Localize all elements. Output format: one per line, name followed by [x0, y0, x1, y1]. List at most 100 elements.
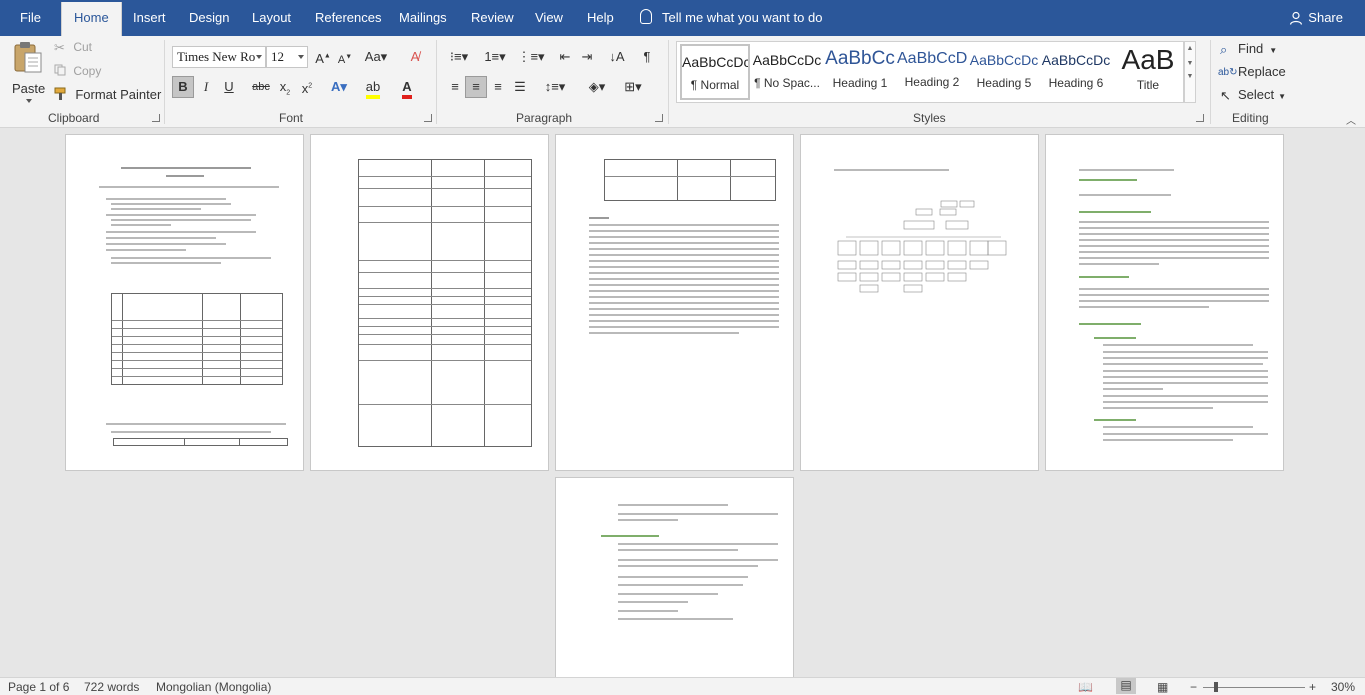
zoom-slider[interactable]: [1203, 687, 1305, 688]
tab-design[interactable]: Design: [187, 0, 231, 36]
print-layout-icon[interactable]: ▤: [1116, 678, 1136, 694]
styles-gallery: AaBbCcDc ¶ Normal AaBbCcDc ¶ No Spac... Aa…: [676, 41, 1184, 103]
style-name: Heading 6: [1048, 76, 1104, 90]
subscript-button[interactable]: x2: [274, 76, 296, 98]
tell-me-search[interactable]: Tell me what you want to do: [640, 0, 822, 36]
tab-review[interactable]: Review: [469, 0, 516, 36]
shrink-font-button[interactable]: A▼: [334, 46, 356, 68]
zoom-level[interactable]: 30%: [1331, 680, 1355, 694]
increase-indent-button[interactable]: ⇥: [576, 46, 598, 68]
italic-button[interactable]: I: [195, 76, 217, 98]
style-heading-1[interactable]: AaBbCc Heading 1: [825, 44, 895, 100]
cursor-icon: ↖: [1220, 87, 1231, 103]
text-effects-button[interactable]: A▾: [328, 76, 350, 98]
borders-button[interactable]: ⊞▾: [618, 76, 648, 98]
show-marks-button[interactable]: ¶: [636, 46, 658, 68]
tab-mailings[interactable]: Mailings: [397, 0, 449, 36]
tab-home[interactable]: Home: [61, 2, 122, 36]
style-title[interactable]: AaB Title: [1113, 44, 1183, 100]
borders-icon: ⊞▾: [624, 79, 642, 94]
scissors-icon: ✂: [54, 40, 65, 55]
page-5[interactable]: [1045, 134, 1284, 471]
multilevel-list-button[interactable]: ⋮≡▾: [514, 46, 548, 68]
page-4[interactable]: [800, 134, 1039, 471]
replace-button[interactable]: ab↻Replace: [1218, 64, 1286, 79]
font-size-combo[interactable]: 12: [266, 46, 308, 68]
chevron-down-icon: [256, 55, 262, 59]
align-center-button[interactable]: ≡: [465, 76, 487, 98]
page-count[interactable]: Page 1 of 6: [8, 680, 69, 694]
align-center-icon: ≡: [472, 79, 480, 94]
chevron-up-icon[interactable]: ▲: [1185, 45, 1195, 52]
superscript-button[interactable]: x2: [296, 76, 318, 98]
cut-button[interactable]: ✂ Cut: [54, 40, 92, 56]
zoom-in-icon[interactable]: +: [1309, 680, 1316, 694]
tab-layout[interactable]: Layout: [250, 0, 293, 36]
bold-button[interactable]: B: [172, 76, 194, 98]
paragraph-launcher-icon[interactable]: [655, 114, 663, 122]
strikethrough-icon: abc: [252, 81, 270, 93]
strikethrough-button[interactable]: abc: [250, 76, 272, 98]
styles-gallery-scroll[interactable]: ▲ ▼ ▼: [1184, 41, 1196, 103]
numbering-button[interactable]: 1≡▾: [478, 46, 512, 68]
shading-button[interactable]: ◈▾: [582, 76, 612, 98]
page-6[interactable]: [555, 477, 794, 677]
tab-view[interactable]: View: [533, 0, 565, 36]
highlight-color-button[interactable]: ab: [360, 76, 386, 99]
font-launcher-icon[interactable]: [424, 114, 432, 122]
search-icon: ⌕: [1220, 41, 1228, 57]
text-effects-icon: A▾: [331, 79, 347, 94]
style-name: Heading 5: [976, 76, 1032, 90]
align-left-button[interactable]: ≡: [444, 76, 466, 98]
styles-launcher-icon[interactable]: [1196, 114, 1204, 122]
change-case-button[interactable]: Aa▾: [362, 46, 390, 68]
align-right-button[interactable]: ≡: [487, 76, 509, 98]
chevron-down-icon: ▼: [1278, 92, 1287, 101]
indent-icon: ⇥: [581, 49, 593, 64]
copy-button[interactable]: Copy: [54, 64, 101, 79]
style-preview: AaBbCcDc: [752, 52, 822, 68]
page-2[interactable]: [310, 134, 549, 471]
font-color-button[interactable]: A: [394, 76, 420, 99]
status-bar: Page 1 of 6 722 words Mongolian (Mongoli…: [0, 677, 1365, 695]
read-mode-icon[interactable]: 📖: [1078, 680, 1093, 694]
style-normal[interactable]: AaBbCcDc ¶ Normal: [680, 44, 750, 100]
line-spacing-button[interactable]: ↕≡▾: [540, 76, 570, 98]
sort-button[interactable]: ↓A: [606, 46, 628, 68]
tab-insert[interactable]: Insert: [131, 0, 168, 36]
clipboard-launcher-icon[interactable]: [152, 114, 160, 122]
tab-file[interactable]: File: [18, 0, 43, 36]
copy-icon: [54, 64, 70, 79]
collapse-ribbon-icon[interactable]: ︿: [1346, 112, 1356, 127]
page-1[interactable]: [65, 134, 304, 471]
superscript-icon: x2: [301, 81, 313, 97]
clear-formatting-button[interactable]: A̸: [404, 46, 426, 68]
share-button[interactable]: Share: [1289, 0, 1343, 36]
paste-button[interactable]: Paste: [12, 40, 48, 106]
tab-help[interactable]: Help: [585, 0, 616, 36]
find-label: Find: [1238, 41, 1264, 56]
more-styles-icon[interactable]: ▼: [1185, 73, 1195, 80]
style-heading-2[interactable]: AaBbCcD Heading 2: [897, 44, 967, 100]
language-indicator[interactable]: Mongolian (Mongolia): [156, 680, 271, 694]
font-name-combo[interactable]: Times New Ro: [172, 46, 266, 68]
find-button[interactable]: ⌕ Find ▼: [1220, 41, 1277, 58]
grow-font-button[interactable]: A▲: [312, 46, 334, 68]
document-area[interactable]: [0, 128, 1365, 677]
chevron-down-icon[interactable]: ▼: [1185, 60, 1195, 67]
decrease-indent-button[interactable]: ⇤: [554, 46, 576, 68]
bullets-button[interactable]: ⁝≡▾: [444, 46, 474, 68]
web-layout-icon[interactable]: ▦: [1157, 680, 1168, 694]
zoom-out-icon[interactable]: −: [1190, 680, 1197, 694]
word-count[interactable]: 722 words: [84, 680, 139, 694]
underline-button[interactable]: U: [218, 76, 240, 98]
style-no-spacing[interactable]: AaBbCcDc ¶ No Spac...: [752, 44, 822, 100]
style-heading-6[interactable]: AaBbCcDc Heading 6: [1041, 44, 1111, 100]
tab-references[interactable]: References: [313, 0, 383, 36]
format-painter-button[interactable]: Format Painter: [54, 87, 161, 104]
page-3[interactable]: [555, 134, 794, 471]
style-heading-5[interactable]: AaBbCcDc Heading 5: [969, 44, 1039, 100]
zoom-slider-thumb[interactable]: [1214, 682, 1218, 692]
select-button[interactable]: ↖ Select ▼: [1220, 87, 1286, 104]
justify-button[interactable]: ☰: [509, 76, 531, 98]
